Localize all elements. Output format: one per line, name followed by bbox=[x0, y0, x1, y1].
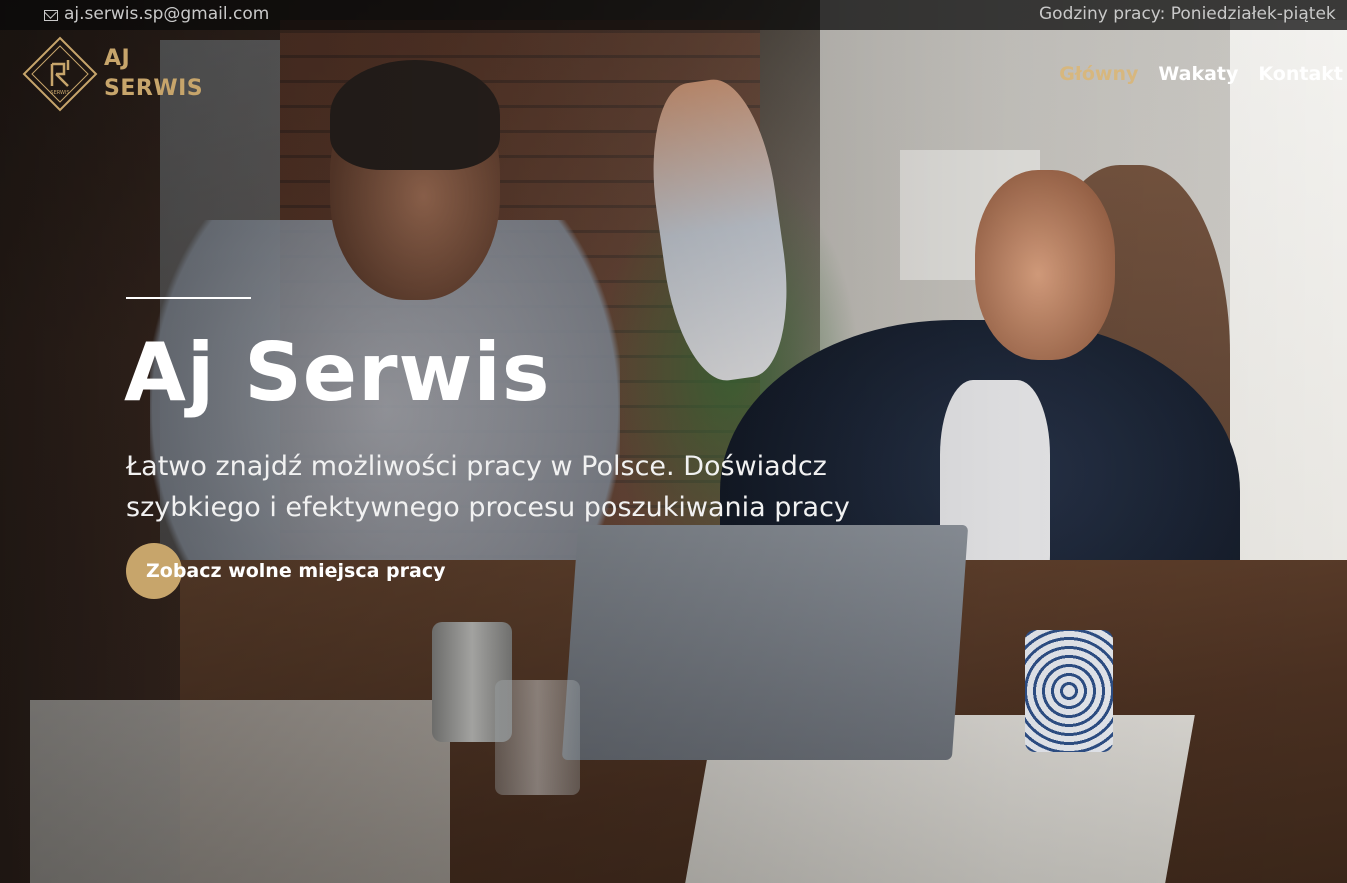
contact-email-text[interactable]: aj.serwis.sp@gmail.com bbox=[64, 4, 269, 24]
main-nav: Główny Wakaty Kontakt bbox=[1059, 63, 1343, 85]
top-info-bar: aj.serwis.sp@gmail.com Godziny pracy: Po… bbox=[0, 0, 1347, 30]
logo-line-1: AJ bbox=[104, 46, 131, 71]
hero-divider bbox=[126, 297, 251, 299]
view-vacancies-button[interactable]: Zobacz wolne miejsca pracy bbox=[126, 543, 446, 599]
hero-subtitle: Łatwo znajdź możliwości pracy w Polsce. … bbox=[126, 451, 850, 523]
logo-mark-text: SERWIS bbox=[50, 90, 69, 96]
working-hours: Godziny pracy: Poniedziałek-piątek bbox=[1039, 4, 1336, 24]
logo-line-2: SERWIS bbox=[104, 76, 204, 101]
nav-item-kontakt[interactable]: Kontakt bbox=[1258, 63, 1343, 85]
logo-diamond-icon: SERWIS bbox=[22, 36, 98, 112]
nav-item-wakaty[interactable]: Wakaty bbox=[1158, 63, 1238, 85]
logo-wordmark: AJ SERWIS bbox=[104, 44, 203, 104]
contact-email[interactable]: aj.serwis.sp@gmail.com bbox=[44, 4, 269, 24]
cta-label[interactable]: Zobacz wolne miejsca pracy bbox=[126, 560, 446, 582]
nav-item-glowny[interactable]: Główny bbox=[1059, 63, 1138, 85]
hero-overlay bbox=[0, 0, 1347, 883]
hero-title: Aj Serwis bbox=[124, 326, 551, 419]
mail-icon bbox=[44, 9, 58, 21]
site-logo[interactable]: SERWIS AJ SERWIS bbox=[22, 36, 203, 112]
